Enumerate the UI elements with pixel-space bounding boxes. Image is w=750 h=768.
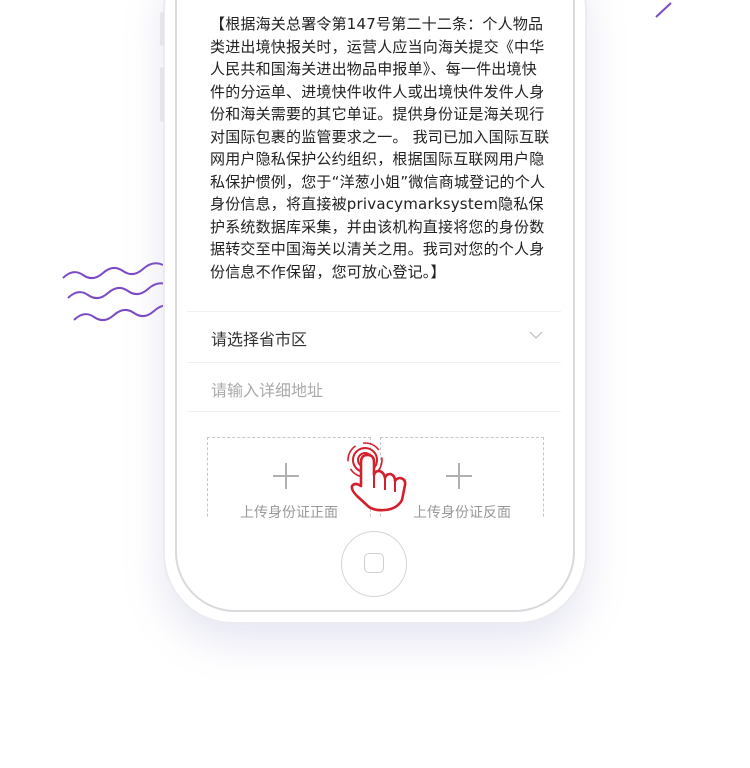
address-input[interactable]: 请输入详细地址 [187, 362, 561, 412]
home-button[interactable] [341, 531, 407, 597]
region-select[interactable]: 请选择省市区 [187, 311, 561, 361]
region-select-label: 请选择省市区 [211, 330, 308, 349]
home-button-icon [364, 553, 384, 573]
address-placeholder: 请输入详细地址 [211, 381, 324, 400]
plus-icon [446, 463, 472, 489]
customs-notice-text: 【根据海关总署令第147号第二十二条：个人物品类进出境快报关时，运营人应当向海关… [210, 15, 550, 281]
line-decoration [655, 2, 672, 18]
phone-side-button [160, 67, 164, 122]
plus-icon [273, 463, 299, 489]
phone-side-button [160, 12, 164, 46]
tap-hand-icon [347, 442, 407, 512]
chevron-down-icon [529, 331, 543, 339]
